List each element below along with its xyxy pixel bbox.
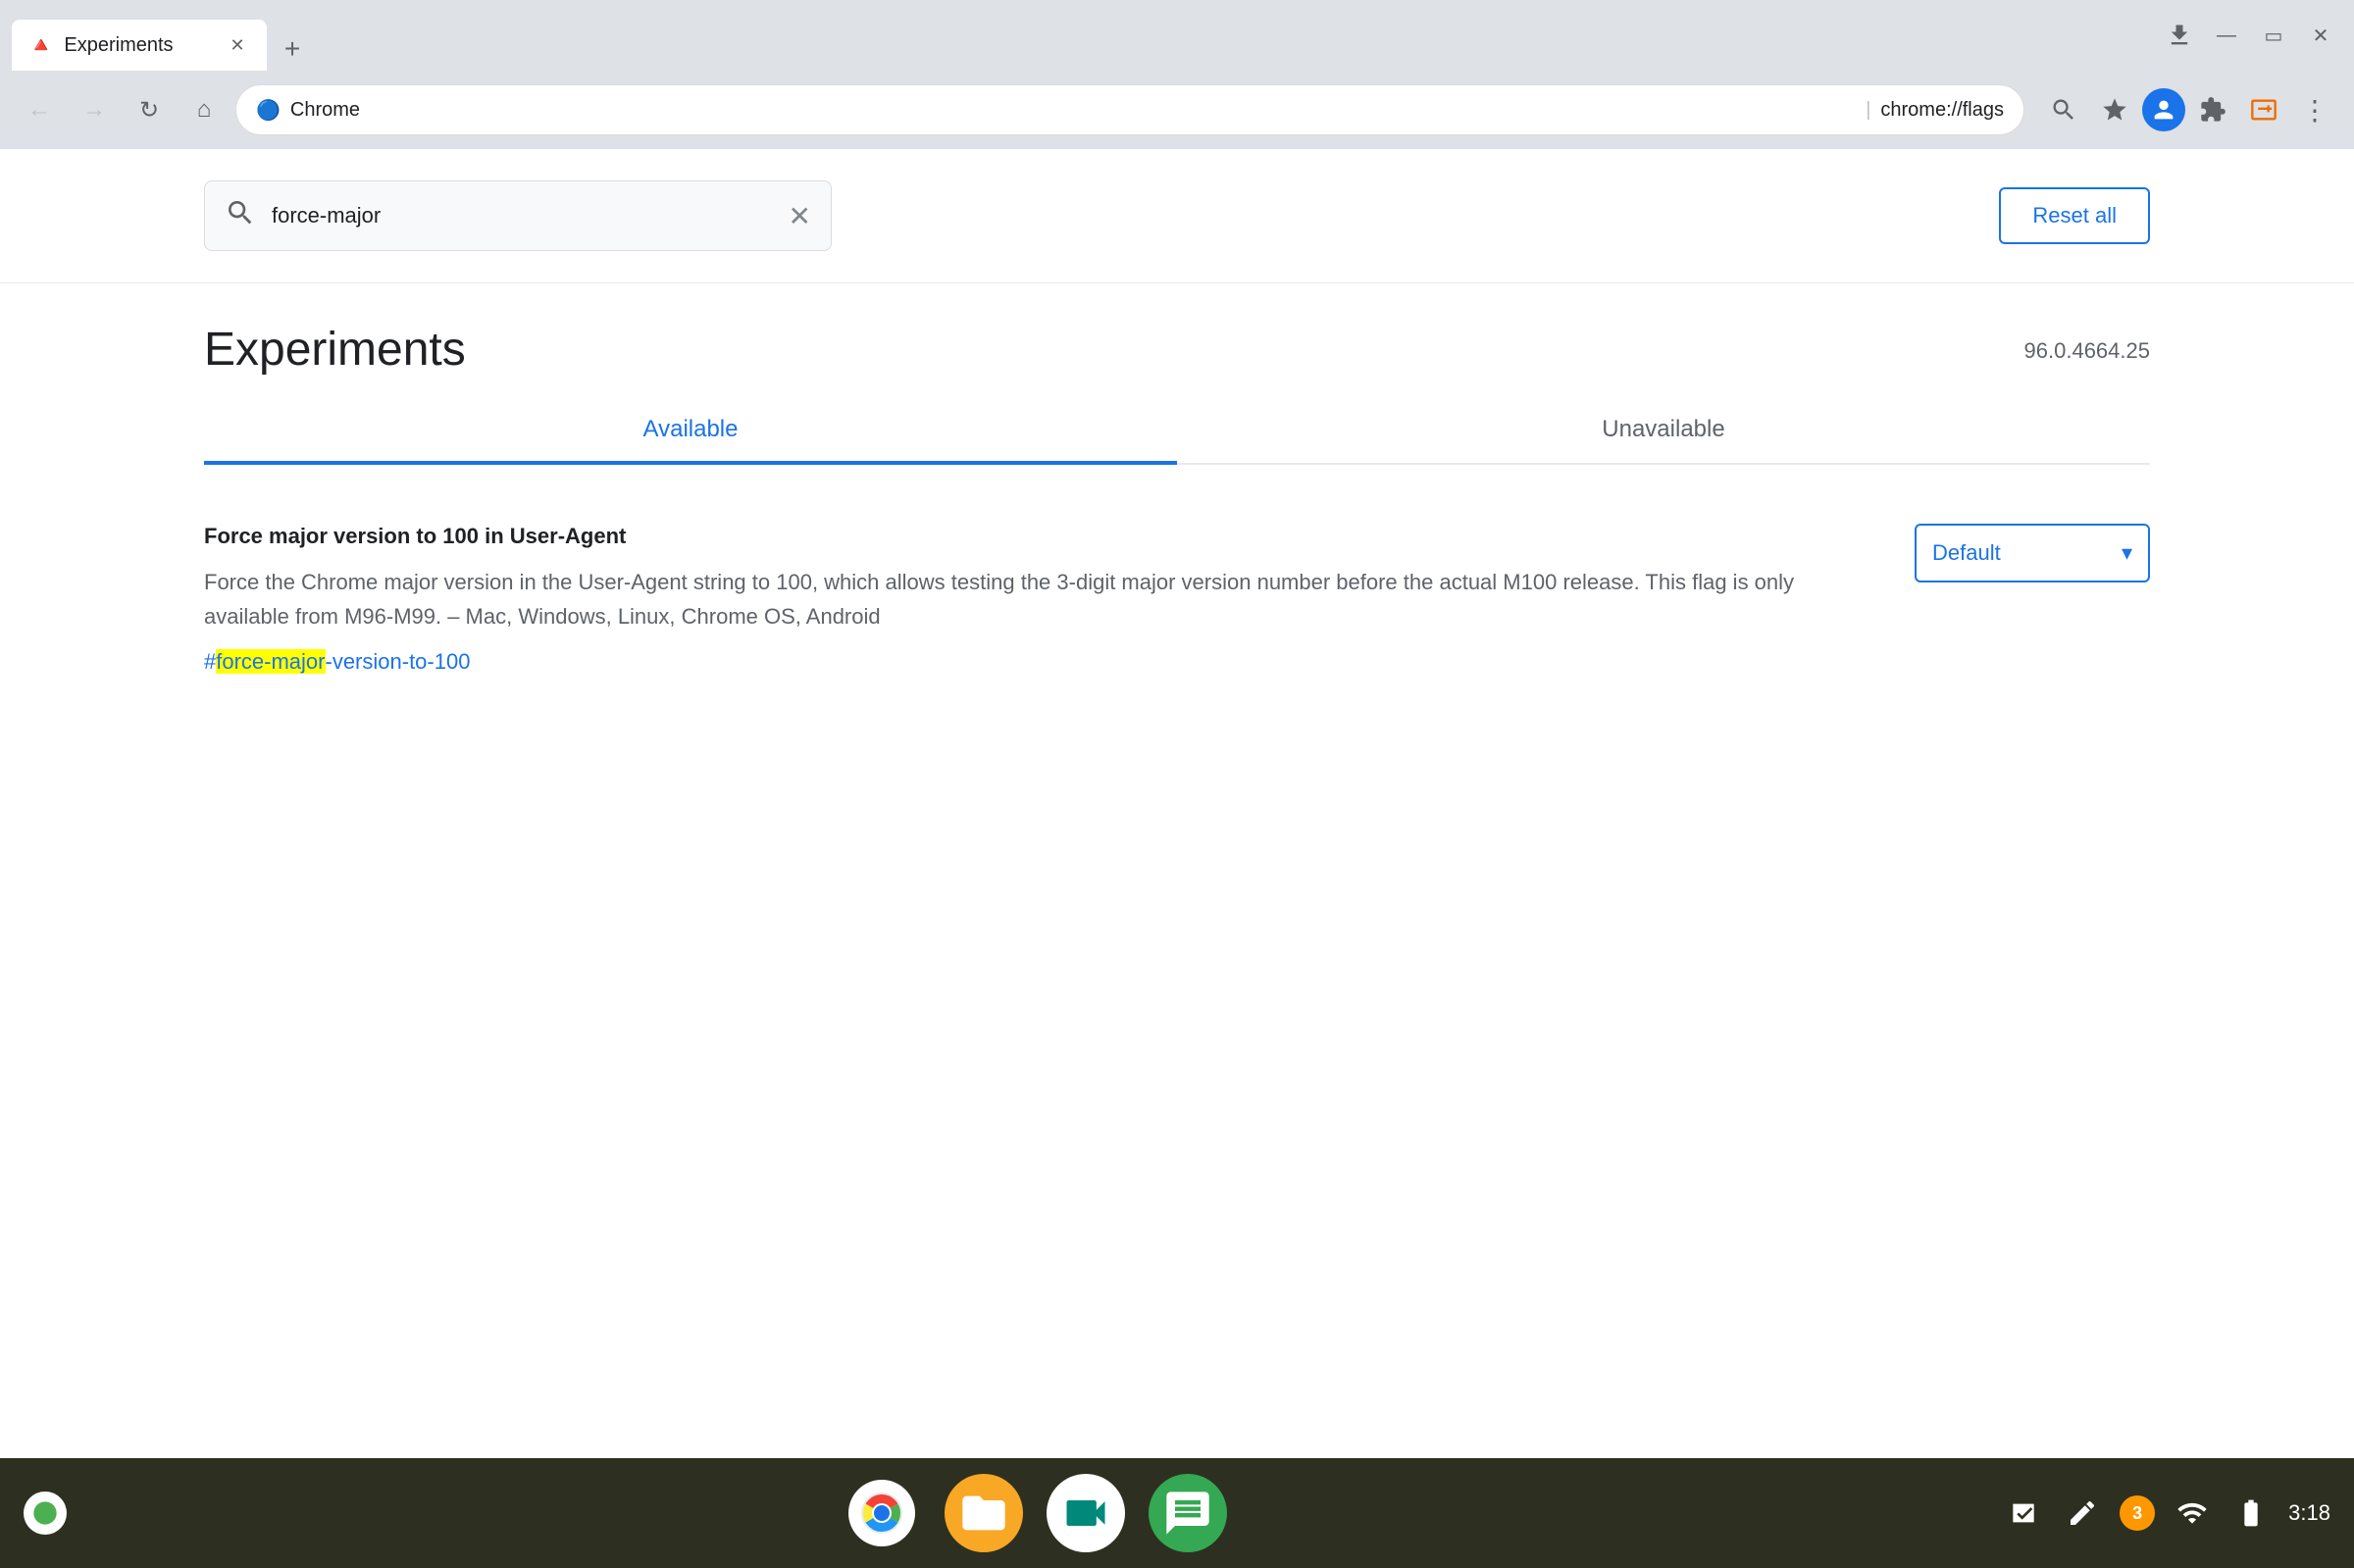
taskbar-center <box>67 1474 2002 1552</box>
search-bar-section: ✕ Reset all <box>0 149 2354 283</box>
taskbar-files-app[interactable] <box>945 1474 1023 1552</box>
minimize-button[interactable]: — <box>2205 14 2248 57</box>
account-icon[interactable] <box>2142 88 2185 131</box>
flag-content: Force major version to 100 in User-Agent… <box>204 524 1836 675</box>
tab-close-button[interactable]: ✕ <box>224 31 251 59</box>
menu-button[interactable]: ⋮ <box>2291 86 2338 133</box>
new-tab-button[interactable]: + <box>271 27 314 71</box>
address-divider: | <box>1866 99 1870 122</box>
search-toolbar-icon[interactable] <box>2040 86 2087 133</box>
search-input[interactable] <box>272 203 773 228</box>
flag-item: Force major version to 100 in User-Agent… <box>204 504 2150 694</box>
flag-select-value: Default <box>1932 540 2001 566</box>
maximize-button[interactable]: ▭ <box>2252 14 2295 57</box>
flag-description: Force the Chrome major version in the Us… <box>204 565 1836 633</box>
taskbar: 3 3:18 <box>0 1458 2354 1568</box>
toolbar-icons: ⋮ <box>2040 86 2338 133</box>
tab-favicon: 🔺 <box>27 32 54 58</box>
security-icon: 🔵 <box>256 98 281 123</box>
page-title: Experiments <box>204 323 466 377</box>
close-button[interactable]: ✕ <box>2299 14 2342 57</box>
flag-dropdown[interactable]: Default ▾ <box>1915 524 2150 582</box>
experiments-header: Experiments 96.0.4664.25 <box>204 283 2150 396</box>
flag-link-rest: -version-to-100 <box>326 649 471 674</box>
pen-icon[interactable] <box>2061 1492 2104 1535</box>
window-controls: — ▭ ✕ <box>2158 14 2342 57</box>
taskbar-status-icon <box>24 1492 67 1535</box>
extensions-icon[interactable] <box>2189 86 2236 133</box>
taskbar-right: 3 3:18 <box>2002 1492 2330 1535</box>
notification-badge[interactable]: 3 <box>2120 1495 2155 1531</box>
address-bar-row: ← → ↻ ⌂ 🔵 Chrome | chrome://flags <box>0 71 2354 149</box>
wifi-icon[interactable] <box>2171 1492 2214 1535</box>
tab-available[interactable]: Available <box>204 396 1177 463</box>
taskbar-chat-app[interactable] <box>1149 1474 1227 1552</box>
taskbar-time: 3:18 <box>2288 1500 2330 1526</box>
flag-link-wrap: #force-major-version-to-100 <box>204 649 1836 675</box>
search-clear-button[interactable]: ✕ <box>789 200 811 232</box>
address-bar[interactable]: 🔵 Chrome | chrome://flags <box>235 84 2024 135</box>
screenshot-icon[interactable] <box>2002 1492 2045 1535</box>
address-origin: Chrome <box>290 99 1856 122</box>
page-content: ✕ Reset all Experiments 96.0.4664.25 Ava… <box>0 149 2354 1458</box>
reset-all-button[interactable]: Reset all <box>1999 187 2150 244</box>
home-button[interactable]: ⌂ <box>180 86 228 133</box>
flag-anchor[interactable]: #force-major-version-to-100 <box>204 649 470 674</box>
download-icon[interactable] <box>2158 14 2201 57</box>
taskbar-left <box>24 1492 67 1535</box>
flag-dropdown-arrow: ▾ <box>2122 540 2132 566</box>
search-icon <box>225 197 256 235</box>
taskbar-meet-app[interactable] <box>1047 1474 1125 1552</box>
tab-unavailable[interactable]: Unavailable <box>1177 396 2150 463</box>
flag-link-highlight: force-major <box>216 649 325 674</box>
cast-icon[interactable] <box>2240 86 2287 133</box>
battery-icon[interactable] <box>2229 1492 2273 1535</box>
tabs-row: Available Unavailable <box>204 396 2150 465</box>
tab-title: Experiments <box>64 34 214 57</box>
main-area: Experiments 96.0.4664.25 Available Unava… <box>0 283 2354 1458</box>
version-text: 96.0.4664.25 <box>2024 323 2150 364</box>
address-url: chrome://flags <box>1880 99 2004 122</box>
reload-button[interactable]: ↻ <box>126 86 173 133</box>
forward-button[interactable]: → <box>71 86 118 133</box>
taskbar-chrome-app[interactable] <box>843 1474 921 1552</box>
flag-title: Force major version to 100 in User-Agent <box>204 524 1836 549</box>
back-button[interactable]: ← <box>16 86 63 133</box>
active-tab[interactable]: 🔺 Experiments ✕ <box>12 20 267 71</box>
bookmark-icon[interactable] <box>2091 86 2138 133</box>
search-box[interactable]: ✕ <box>204 180 832 251</box>
